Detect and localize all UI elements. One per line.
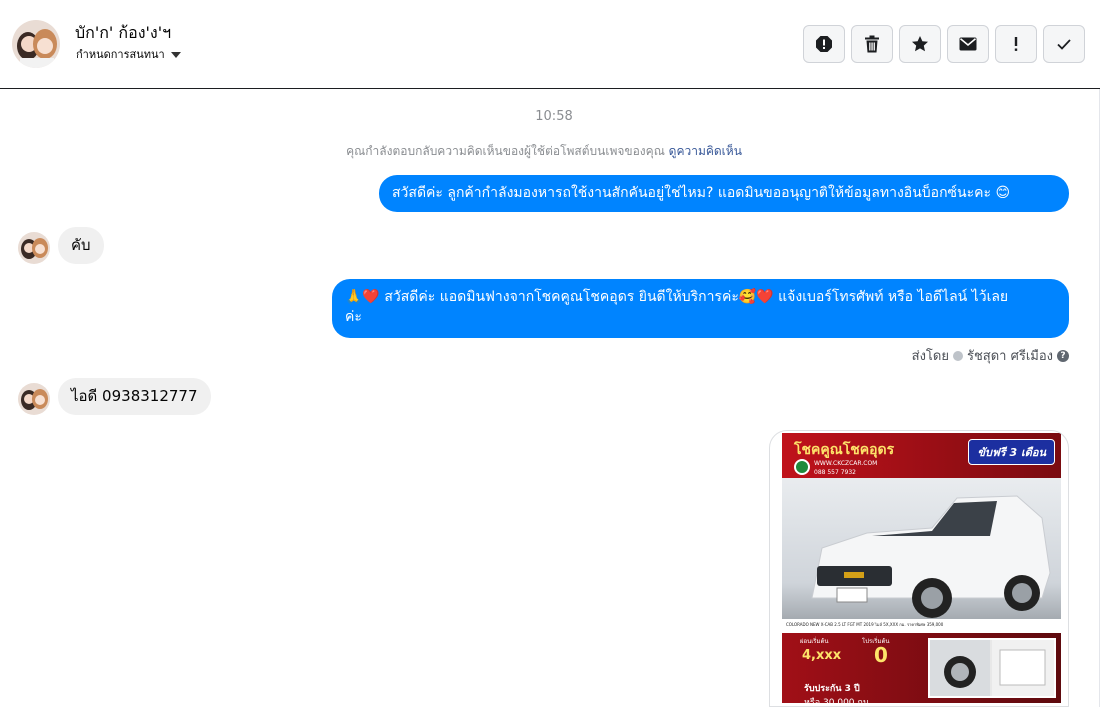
contact-avatar-small[interactable] [18,383,50,415]
pickup-truck-photo [782,478,1061,628]
message-thread[interactable]: 10:58 คุณกำลังตอบกลับความคิดเห็นของผู้ใช… [0,89,1100,707]
sent-by-label: ส่งโดย [911,349,949,364]
message-bubble-outgoing[interactable]: สวัสดีค่ะ ลูกค้ากำลังมองหารถใช้งานสักคัน… [379,175,1069,212]
report-button[interactable] [803,25,845,63]
message-bubble-incoming[interactable]: ไอดี 0938312777 [58,378,211,415]
ad-down-label: ผ่อนเริ่มต้น [800,638,829,645]
exclamation-icon [1014,37,1018,51]
follow-up-button[interactable] [995,25,1037,63]
report-icon [816,36,832,52]
message-line: ค่ะ [345,309,362,325]
ad-brand-text: โชคคูณโชคอุดร [794,442,895,458]
conversation-options-dropdown[interactable]: กำหนดการสนทนา [76,45,181,63]
contact-avatar[interactable] [12,20,60,68]
sent-by-info: ส่งโดย รัชสุดา ศรีเมือง ? [912,345,1069,366]
reply-context-text: คุณกำลังตอบกลับความคิดเห็นของผู้ใช้ต่อโพ… [346,144,665,158]
help-icon[interactable]: ? [1057,349,1069,362]
ad-warranty-detail: หรือ 30,000 กม. [804,698,872,703]
check-icon [1057,39,1071,50]
dealer-logo-icon [794,459,810,475]
mark-unread-button[interactable] [947,25,989,63]
image-attachment[interactable]: โชคคูณโชคอุดร ขับฟรี 3 เดือน WWW.CKCZCAR… [769,430,1069,707]
ad-phone: 088 557 7932 [814,469,856,476]
envelope-icon [959,37,977,51]
car-ad-image: โชคคูณโชคอุดร ขับฟรี 3 เดือน WWW.CKCZCAR… [782,433,1061,703]
ad-website: WWW.CKCZCAR.COM [814,460,878,467]
star-icon [912,36,928,52]
trash-icon [865,35,879,53]
ad-warranty: รับประกัน 3 ปี [804,684,860,694]
contact-avatar-small[interactable] [18,232,50,264]
ad-zero-down: 0 [874,643,888,667]
message-bubble-incoming[interactable]: คับ [58,227,104,264]
message-bubble-outgoing[interactable]: 🙏❤️ สวัสดีค่ะ แอดมินฟางจากโชคคูณโชคอุดร … [332,279,1069,338]
sender-name[interactable]: รัชสุดา ศรีเมือง [967,345,1053,366]
done-button[interactable] [1043,25,1085,63]
contact-name[interactable]: บัก'ก' ก้อง'ง'ฯ [75,21,171,46]
star-button[interactable] [899,25,941,63]
ad-model-text: COLORADO NEW X-CAB 2.5 LT FGT MT 2019 ไม… [786,622,944,627]
view-comment-link[interactable]: ดูความคิดเห็น [669,144,742,158]
caret-down-icon [170,51,181,58]
ad-detail-photos [928,638,1056,698]
ad-promo-badge: ขับฟรี 3 เดือน [968,439,1055,465]
delete-button[interactable] [851,25,893,63]
message-timestamp: 10:58 [535,109,573,124]
reply-context-note: คุณกำลังตอบกลับความคิดเห็นของผู้ใช้ต่อโพ… [0,142,1088,161]
ad-price: 4,xxx [802,648,842,663]
conversation-options-label: กำหนดการสนทนา [76,48,165,61]
message-line: 🙏❤️ สวัสดีค่ะ แอดมินฟางจากโชคคูณโชคอุดร … [345,289,1009,305]
verified-icon [952,350,963,361]
conversation-header: บัก'ก' ก้อง'ง'ฯ กำหนดการสนทนา [0,0,1100,89]
